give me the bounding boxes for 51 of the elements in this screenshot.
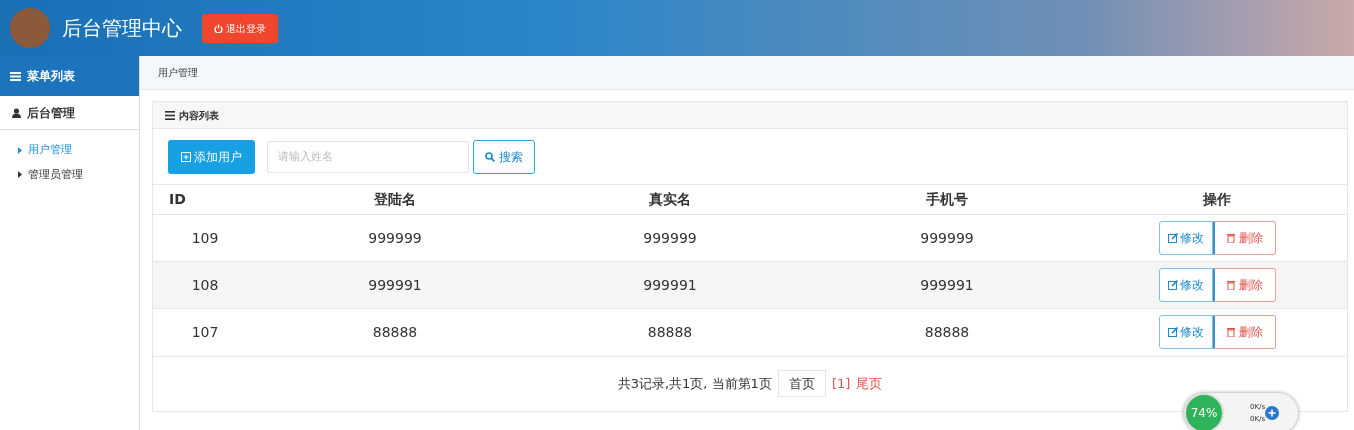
column-header: 登陆名 — [257, 184, 533, 215]
edit-icon — [1167, 327, 1178, 338]
delete-button[interactable]: 删除 — [1212, 221, 1276, 255]
user-icon — [12, 107, 21, 118]
table-cell: 999991 — [257, 261, 533, 309]
sidebar-item[interactable]: 用户管理 — [0, 138, 139, 163]
plus-square-icon — [181, 151, 191, 162]
edit-button[interactable]: 修改 — [1158, 315, 1213, 350]
table-cell: 107 — [153, 308, 257, 356]
edit-button[interactable]: 修改 — [1158, 268, 1213, 302]
column-header: 真实名 — [533, 184, 807, 215]
search-icon — [485, 151, 495, 162]
trash-icon — [1226, 280, 1235, 290]
search-field[interactable]: 请输入姓名 — [267, 140, 469, 173]
caret-icon — [18, 146, 22, 154]
last-page-link[interactable]: 尾页 — [856, 373, 883, 394]
sidebar-heading: 菜单列表 — [27, 68, 75, 85]
table-cell: 88888 — [807, 308, 1087, 356]
table-cell: 108 — [153, 261, 257, 309]
list-icon — [10, 71, 21, 81]
sidebar-group[interactable]: 后台管理 — [27, 103, 75, 122]
breadcrumb: 用户管理 — [158, 66, 198, 80]
menu-icon — [165, 110, 175, 120]
delete-button[interactable]: 删除 — [1212, 268, 1276, 302]
first-page-button[interactable]: 首页 — [777, 369, 826, 398]
plus-circle-icon — [1265, 406, 1280, 420]
cpu-percent: 74% — [1184, 393, 1224, 430]
table-cell: 88888 — [257, 308, 533, 356]
trash-icon — [1226, 327, 1235, 338]
trash-icon — [1226, 233, 1235, 243]
add-user-button[interactable]: 添加用户 — [168, 139, 255, 174]
edit-button[interactable]: 修改 — [1158, 221, 1213, 255]
column-header: ID — [153, 184, 257, 215]
column-header: 操作 — [1087, 184, 1347, 215]
logout-button[interactable]: 退出登录 — [202, 13, 278, 43]
power-icon — [214, 23, 223, 33]
column-header: 手机号 — [807, 184, 1087, 215]
table-cell: 88888 — [533, 308, 807, 356]
panel-title: 内容列表 — [179, 108, 219, 123]
app-title: 后台管理中心 — [62, 15, 182, 42]
caret-icon — [18, 171, 22, 179]
pagination-summary: 共3记录,共1页, 当前第1页 — [617, 374, 772, 393]
delete-button[interactable]: 删除 — [1212, 315, 1276, 350]
edit-icon — [1167, 280, 1178, 290]
edit-icon — [1167, 233, 1178, 243]
avatar — [10, 8, 50, 48]
table-cell: 999991 — [807, 261, 1087, 309]
search-button[interactable]: 搜索 — [473, 139, 535, 174]
table-cell: 999991 — [533, 261, 807, 309]
sidebar-item[interactable]: 管理员管理 — [0, 162, 139, 187]
current-page-number: [1] — [831, 374, 851, 393]
